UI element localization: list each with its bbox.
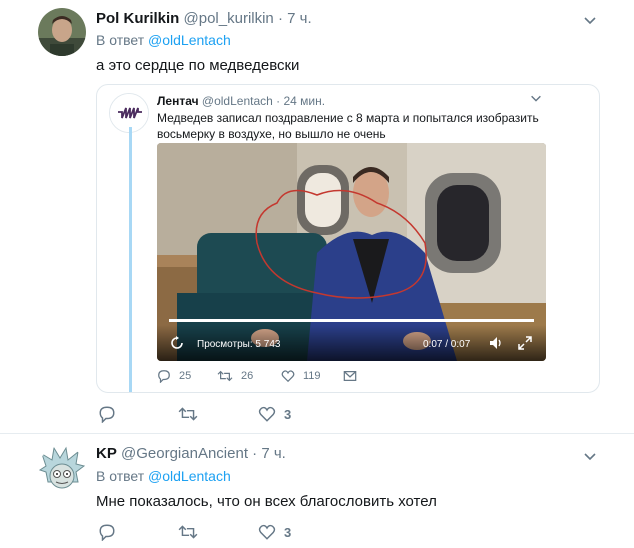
quoted-reply-count: 25 (179, 370, 192, 382)
like-count: 3 (284, 406, 292, 422)
quoted-tweet-text: Медведев записал поздравление с 8 марта … (157, 111, 539, 141)
volume-icon[interactable] (488, 335, 504, 351)
avatar[interactable] (38, 8, 86, 56)
quoted-reply-action[interactable]: 25 (157, 369, 191, 383)
quoted-author-name[interactable]: Лентач (157, 94, 199, 108)
reply-icon (158, 370, 170, 383)
video-time: 0:07 / 0:07 (423, 339, 471, 350)
author-name[interactable]: KP (96, 445, 117, 462)
reply-icon (99, 406, 115, 423)
quoted-like-count: 119 (303, 370, 321, 382)
chevron-down-icon[interactable] (529, 91, 543, 105)
replay-icon[interactable] (169, 335, 185, 351)
thread-line (129, 127, 132, 392)
heart-icon (258, 524, 276, 540)
video-progress-fill (169, 319, 534, 322)
action-bar: 3 (98, 523, 398, 545)
author-name[interactable]: Pol Kurilkin (96, 10, 179, 27)
chevron-down-icon[interactable] (582, 448, 598, 464)
quoted-author-handle[interactable]: @oldLentach (202, 94, 273, 108)
reply-icon (99, 524, 115, 541)
quoted-retweet-action[interactable]: 26 (217, 369, 253, 383)
tweet-time[interactable]: · 7 ч. (278, 10, 312, 27)
retweet-action[interactable] (178, 523, 206, 541)
quoted-like-action[interactable]: 119 (281, 369, 321, 383)
reply-to-link[interactable]: @oldLentach (148, 32, 231, 48)
tweet-text: Мне показалось, что он всех благословить… (96, 493, 437, 510)
tweet-time[interactable]: · 7 ч. (252, 445, 286, 462)
retweet-icon (178, 525, 198, 539)
author-handle[interactable]: @GeorgianAncient (121, 445, 248, 462)
heart-icon (281, 370, 295, 383)
quoted-retweet-count: 26 (241, 370, 254, 382)
tweet[interactable]: KP @GeorgianAncient · 7 ч. В ответ @oldL… (0, 433, 634, 548)
retweet-icon (178, 407, 198, 421)
heart-icon (258, 406, 276, 422)
reply-to-link[interactable]: @oldLentach (148, 468, 231, 484)
retweet-action[interactable] (178, 405, 206, 423)
author-handle[interactable]: @pol_kurilkin (184, 10, 274, 27)
reply-prefix: В ответ (96, 468, 145, 484)
reply-action[interactable] (98, 405, 124, 423)
quoted-dm-action[interactable] (343, 369, 357, 383)
video-views: Просмотры: 5 743 (197, 339, 281, 350)
like-action[interactable]: 3 (258, 405, 291, 423)
video-progress[interactable] (169, 319, 534, 322)
like-action[interactable]: 3 (258, 523, 291, 541)
quoted-tweet[interactable]: Лентач @oldLentach · 24 мин. Медведев за… (96, 84, 600, 393)
chevron-down-icon[interactable] (582, 12, 598, 28)
like-count: 3 (284, 524, 292, 540)
action-bar: 3 (98, 405, 398, 427)
quoted-tweet-time[interactable]: · 24 мин. (276, 94, 325, 108)
avatar[interactable] (38, 446, 86, 494)
reply-action[interactable] (98, 523, 124, 541)
tweet[interactable]: Pol Kurilkin @pol_kurilkin · 7 ч. В отве… (0, 0, 634, 433)
retweet-icon (217, 370, 233, 382)
fullscreen-icon[interactable] (517, 335, 533, 351)
reply-prefix: В ответ (96, 32, 145, 48)
tweet-text: а это сердце по медведевски (96, 57, 300, 74)
envelope-icon (343, 371, 357, 381)
video-player[interactable]: Просмотры: 5 743 0:07 / 0:07 (157, 143, 546, 361)
